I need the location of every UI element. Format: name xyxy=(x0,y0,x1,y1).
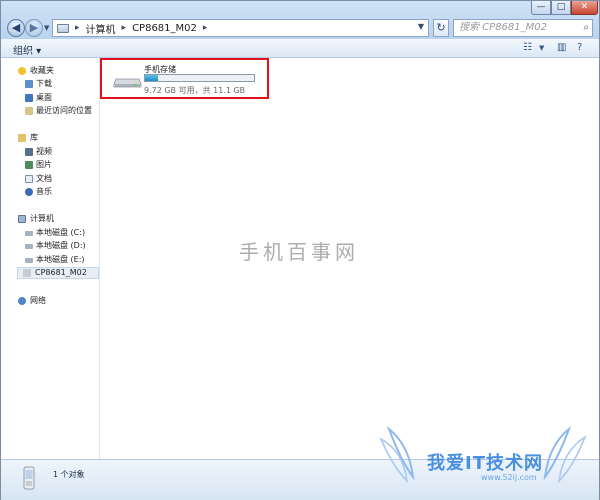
sidebar-group-label: 计算机 xyxy=(30,214,54,223)
phone-icon xyxy=(23,466,35,490)
forward-button[interactable]: ▶ xyxy=(25,19,43,37)
device-storage-tile[interactable]: 手机存储 9.72 GB 可用，共 11.1 GB xyxy=(100,58,269,99)
usb-drive-icon xyxy=(23,269,31,277)
address-bar[interactable]: ▸ 计算机 ▸ CP8681_M02 ▸ ▼ xyxy=(52,19,429,37)
status-item-count: 1 个对象 xyxy=(53,470,85,479)
sidebar-item-label: 桌面 xyxy=(36,93,52,102)
help-icon[interactable]: ? xyxy=(577,42,582,53)
sidebar-item-label: 本地磁盘 (D:) xyxy=(36,241,86,250)
sidebar-item-label: 图片 xyxy=(36,160,52,169)
library-icon xyxy=(18,134,26,142)
site-logo-watermark: 我爱IT技术网 www.52ij.com xyxy=(379,415,597,499)
close-button[interactable]: ✕ xyxy=(571,1,598,15)
disk-icon xyxy=(25,231,33,236)
sidebar-group-label: 收藏夹 xyxy=(30,66,54,75)
sidebar-group-computer[interactable]: 计算机 xyxy=(1,213,99,225)
folder-icon xyxy=(25,94,33,102)
network-icon xyxy=(18,297,26,305)
sidebar-item-label: CP8681_M02 xyxy=(35,268,87,277)
explorer-window: — □ ✕ ◀ ▶ ▼ ▸ 计算机 ▸ CP8681_M02 ▸ ▼ ↻ 搜索 … xyxy=(0,0,600,500)
sidebar-item-pictures[interactable]: 图片 xyxy=(1,159,99,171)
document-icon xyxy=(25,175,33,183)
music-icon xyxy=(25,188,33,196)
view-dropdown[interactable]: ▼ xyxy=(539,44,544,52)
refresh-icon: ↻ xyxy=(436,21,446,34)
sidebar-item-downloads[interactable]: 下载 xyxy=(1,78,99,90)
disk-icon xyxy=(25,244,33,249)
recent-pages-dropdown[interactable]: ▼ xyxy=(44,24,49,32)
sidebar-item-label: 本地磁盘 (C:) xyxy=(36,228,86,237)
sidebar-group-libraries[interactable]: 库 xyxy=(1,132,99,144)
storage-usage-bar xyxy=(144,74,255,82)
view-icon[interactable]: ☷ xyxy=(523,42,532,53)
minimize-button[interactable]: — xyxy=(531,1,551,15)
sidebar-item-videos[interactable]: 视频 xyxy=(1,146,99,158)
disk-icon xyxy=(25,258,33,263)
sidebar-group-label: 库 xyxy=(30,133,38,142)
video-icon xyxy=(25,148,33,156)
sidebar-item-music[interactable]: 音乐 xyxy=(1,186,99,198)
sidebar-group-favorites[interactable]: 收藏夹 xyxy=(1,65,99,77)
navigation-pane: 收藏夹 下载 桌面 最近访问的位置 库 视频 图片 文档 音乐 计算机 本地磁盘… xyxy=(1,58,100,459)
watermark-text: 手机百事网 xyxy=(239,240,359,264)
sidebar-item-recent-places[interactable]: 最近访问的位置 xyxy=(1,105,99,117)
sidebar-item-disk-d[interactable]: 本地磁盘 (D:) xyxy=(1,240,99,252)
computer-icon xyxy=(18,215,26,223)
usb-drive-icon xyxy=(113,78,142,88)
sidebar-item-label: 最近访问的位置 xyxy=(36,106,92,115)
search-input[interactable]: 搜索 CP8681_M02 ⌕ xyxy=(453,19,593,37)
storage-usage-fill xyxy=(145,75,159,81)
address-dropdown[interactable]: ▼ xyxy=(418,22,424,31)
search-icon[interactable]: ⌕ xyxy=(583,20,589,36)
folder-icon xyxy=(25,107,33,115)
breadcrumb-computer[interactable]: 计算机 xyxy=(86,21,116,36)
back-icon: ◀ xyxy=(11,21,21,34)
content-area: 手机存储 9.72 GB 可用，共 11.1 GB 手机百事网 xyxy=(100,58,599,459)
sidebar-item-desktop[interactable]: 桌面 xyxy=(1,92,99,104)
maximize-button[interactable]: □ xyxy=(551,1,571,15)
site-url-text: www.52ij.com xyxy=(481,473,537,482)
sidebar-item-label: 下载 xyxy=(36,79,52,88)
search-placeholder: 搜索 CP8681_M02 xyxy=(459,22,547,33)
breadcrumb-separator[interactable]: ▸ xyxy=(122,23,127,33)
sidebar-item-label: 本地磁盘 (E:) xyxy=(36,255,85,264)
sidebar-item-disk-c[interactable]: 本地磁盘 (C:) xyxy=(1,227,99,239)
sidebar-item-disk-e[interactable]: 本地磁盘 (E:) xyxy=(1,254,99,266)
preview-pane-icon[interactable]: ▥ xyxy=(557,42,566,53)
breadcrumb-separator[interactable]: ▸ xyxy=(75,23,80,33)
breadcrumb-device[interactable]: CP8681_M02 xyxy=(132,23,197,34)
picture-icon xyxy=(25,161,33,169)
refresh-button[interactable]: ↻ xyxy=(433,19,449,37)
folder-icon xyxy=(25,80,33,88)
command-bar: 组织 ▾ ☷ ▼ ▥ ? xyxy=(1,39,599,58)
storage-free-text: 9.72 GB 可用，共 11.1 GB xyxy=(144,86,246,95)
sidebar-item-label: 视频 xyxy=(36,147,52,156)
breadcrumb-separator[interactable]: ▸ xyxy=(203,23,208,33)
sidebar-item-label: 文档 xyxy=(36,174,52,183)
organize-button[interactable]: 组织 ▾ xyxy=(13,42,41,57)
back-button[interactable]: ◀ xyxy=(7,19,25,37)
title-bar: — □ ✕ ◀ ▶ ▼ ▸ 计算机 ▸ CP8681_M02 ▸ ▼ ↻ 搜索 … xyxy=(1,1,599,40)
star-icon xyxy=(18,67,26,75)
forward-icon: ▶ xyxy=(29,21,39,34)
sidebar-group-label: 网络 xyxy=(30,296,46,305)
sidebar-item-label: 音乐 xyxy=(36,187,52,196)
sidebar-group-network[interactable]: 网络 xyxy=(1,295,99,307)
sidebar-item-device[interactable]: CP8681_M02 xyxy=(17,267,99,279)
sidebar-item-documents[interactable]: 文档 xyxy=(1,173,99,185)
computer-icon xyxy=(57,23,69,33)
site-logo-text: 我爱IT技术网 xyxy=(427,453,543,474)
